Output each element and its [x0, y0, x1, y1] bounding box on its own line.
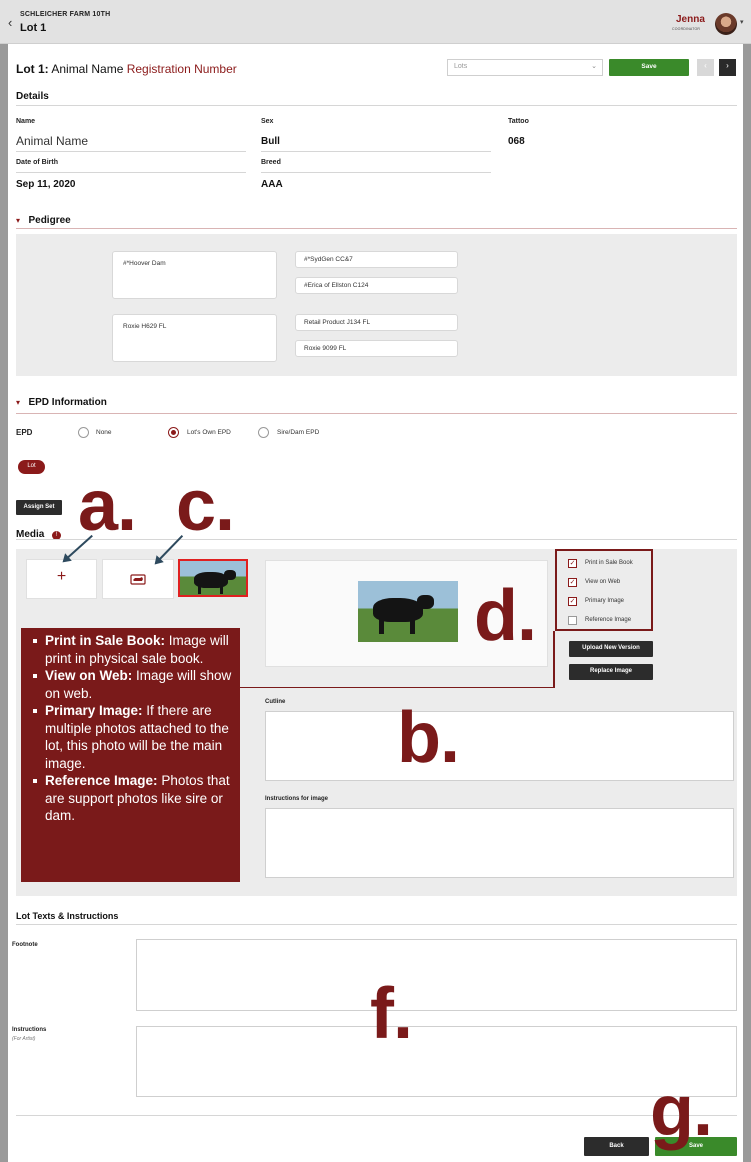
epd-none-radio[interactable]: [78, 427, 89, 438]
pedigree-title: Pedigree: [28, 215, 71, 226]
artist-instructions-input[interactable]: [136, 1026, 737, 1097]
details-title: Details: [16, 91, 49, 102]
print-sale-book-checkbox[interactable]: ✓: [568, 559, 577, 568]
cutline-label: Cutline: [265, 699, 286, 705]
cutline-input[interactable]: [265, 711, 734, 781]
epd-label: EPD: [16, 428, 33, 437]
divider: [16, 172, 246, 173]
back-chevron-icon[interactable]: ‹: [8, 15, 12, 30]
footnote-input[interactable]: [136, 939, 737, 1011]
next-lot-button[interactable]: ›: [719, 59, 736, 76]
sex-value: Bull: [261, 136, 280, 147]
epd-siredam-radio[interactable]: [258, 427, 269, 438]
sale-name: SCHLEICHER FARM 10TH: [20, 11, 111, 18]
print-sale-book-label: Print in Sale Book: [585, 560, 633, 566]
breed-label: Breed: [261, 159, 281, 166]
divider: [16, 151, 246, 152]
lot-prefix: Lot 1:: [16, 62, 49, 76]
pedigree-sire[interactable]: #*Hoover Dam: [112, 251, 277, 299]
epd-siredam-label: Sire/Dam EPD: [277, 429, 320, 436]
animal-name: Animal Name: [51, 62, 124, 76]
dob-value: Sep 11, 2020: [16, 179, 76, 190]
instructions-label: Instructions: [12, 1027, 47, 1033]
annotation-d: d.: [474, 576, 537, 656]
annotation-b: b.: [397, 698, 460, 778]
cow-placeholder-tile[interactable]: [102, 559, 174, 599]
lot-tag[interactable]: Lot: [18, 460, 45, 474]
epd-own-label: Lot's Own EPD: [187, 429, 231, 436]
pedigree-dam[interactable]: Roxie H629 FL: [112, 314, 277, 362]
lots-select-value: Lots: [454, 63, 468, 70]
chevron-down-icon[interactable]: ▾: [740, 18, 744, 26]
cow-preview-image: [358, 581, 458, 642]
divider: [16, 228, 737, 229]
view-on-web-checkbox[interactable]: ✓: [568, 578, 577, 587]
divider: [261, 172, 491, 173]
tattoo-value: 068: [508, 136, 525, 147]
chevron-down-icon: ⌄: [591, 63, 597, 70]
pedigree-sire-dam[interactable]: #Erica of Ellston C124: [295, 277, 458, 294]
pedigree-dam-sire[interactable]: Retail Product J134 FL: [295, 314, 458, 331]
footnote-label: Footnote: [12, 942, 38, 948]
epd-own-radio[interactable]: [168, 427, 179, 438]
lots-select[interactable]: Lots ⌄: [447, 59, 603, 76]
user-name[interactable]: Jenna: [676, 14, 705, 25]
callout-item: Print in Sale Book: Image will print in …: [31, 632, 234, 667]
upload-new-version-button[interactable]: Upload New Version: [569, 641, 653, 657]
tattoo-label: Tattoo: [508, 118, 529, 125]
lot-texts-title: Lot Texts & Instructions: [16, 911, 119, 921]
back-button[interactable]: Back: [584, 1137, 649, 1156]
registration-number: Registration Number: [126, 62, 237, 76]
caret-down-icon: ▾: [16, 216, 21, 225]
epd-none-label: None: [96, 429, 112, 436]
user-role: COORDINATOR: [672, 27, 701, 31]
pedigree-toggle[interactable]: ▾ Pedigree: [16, 210, 71, 228]
name-label: Name: [16, 118, 36, 125]
dob-label: Date of Birth: [16, 159, 58, 166]
replace-image-button[interactable]: Replace Image: [569, 664, 653, 680]
connector-line: [553, 631, 555, 688]
divider: [16, 413, 737, 414]
name-value: Animal Name: [16, 134, 89, 148]
top-bar: [0, 0, 751, 44]
connector-line: [240, 687, 554, 688]
callout-item: View on Web: Image will show on web.: [31, 667, 234, 702]
epd-title: EPD Information: [28, 397, 107, 408]
prev-lot-button[interactable]: ‹: [697, 59, 714, 76]
callout-item: Reference Image: Photos that are support…: [31, 772, 234, 825]
primary-image-label: Primary Image: [585, 598, 625, 604]
callout-item: Primary Image: If there are multiple pho…: [31, 702, 234, 772]
annotation-g: g.: [650, 1071, 713, 1151]
pedigree-sire-sire[interactable]: #*SydGen CC&7: [295, 251, 458, 268]
reference-image-label: Reference Image: [585, 617, 632, 623]
media-thumbnail-selected[interactable]: [178, 559, 248, 597]
divider: [16, 105, 737, 106]
instructions-sublabel: (For Artist): [12, 1036, 36, 1042]
page-title: Lot 1: Animal Name Registration Number: [16, 62, 237, 76]
pedigree-dam-dam[interactable]: Roxie 9099 FL: [295, 340, 458, 357]
caret-down-icon: ▾: [16, 398, 21, 407]
view-on-web-label: View on Web: [585, 579, 621, 585]
divider: [16, 1115, 737, 1116]
divider: [16, 924, 737, 925]
add-image-tile[interactable]: +: [26, 559, 97, 599]
avatar[interactable]: [715, 13, 737, 35]
annotation-a: a.: [78, 466, 137, 546]
cow-icon: [130, 574, 146, 585]
assign-set-button[interactable]: Assign Set: [16, 500, 62, 515]
annotation-f: f.: [370, 974, 413, 1054]
image-options-callout: Print in Sale Book: Image will print in …: [21, 628, 240, 882]
primary-image-checkbox[interactable]: ✓: [568, 597, 577, 606]
image-instructions-input[interactable]: [265, 808, 734, 878]
breed-value: AAA: [261, 179, 283, 190]
lot-title: Lot 1: [20, 22, 47, 34]
sex-label: Sex: [261, 118, 274, 125]
epd-toggle[interactable]: ▾ EPD Information: [16, 392, 107, 410]
image-instructions-label: Instructions for image: [265, 796, 329, 802]
reference-image-checkbox[interactable]: [568, 616, 577, 625]
divider: [261, 151, 491, 152]
save-button[interactable]: Save: [609, 59, 689, 76]
annotation-c: c.: [176, 466, 235, 546]
